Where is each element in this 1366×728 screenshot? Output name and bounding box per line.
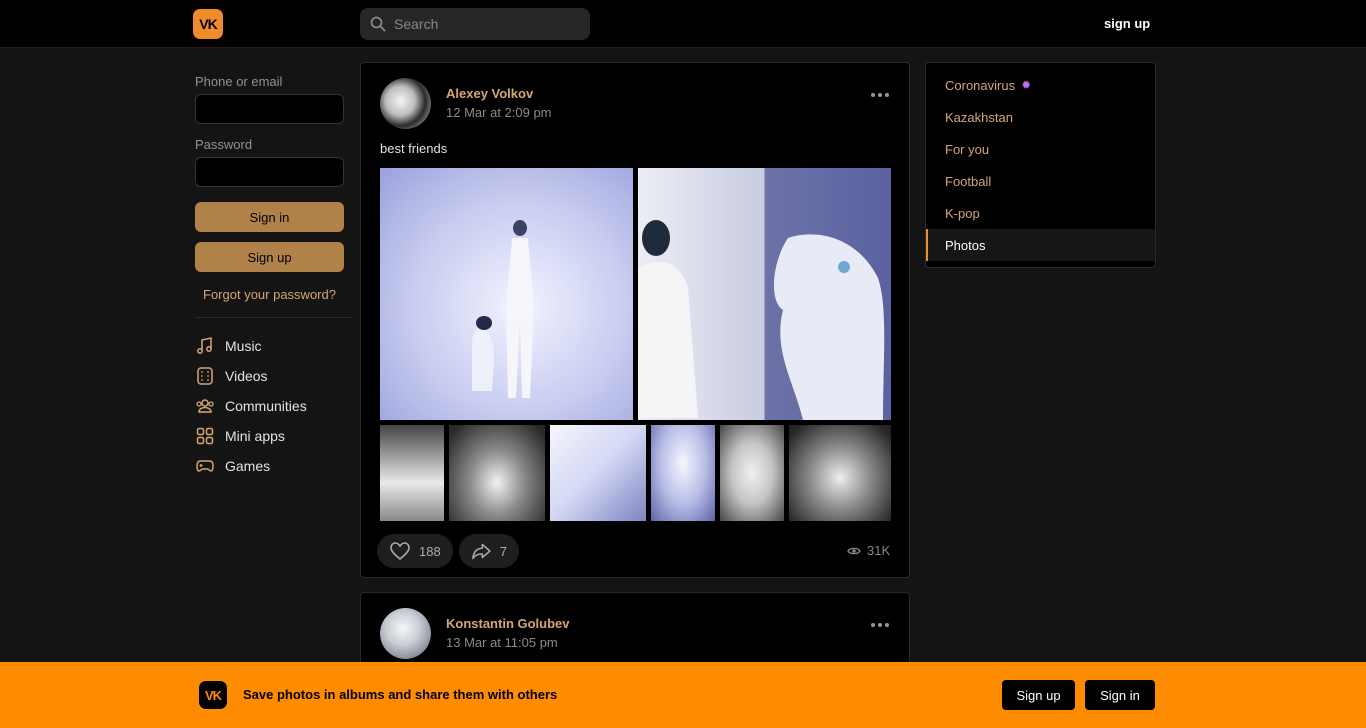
phone-field[interactable]	[195, 94, 344, 124]
signup-link[interactable]: sign up	[1104, 16, 1150, 31]
virus-icon: ✹	[1021, 78, 1032, 92]
post-date[interactable]: 13 Mar at 11:05 pm	[446, 635, 558, 650]
nav-label-games: Games	[225, 458, 271, 474]
sign-in-button[interactable]: Sign in	[195, 202, 344, 232]
nav-label-communities: Communities	[225, 398, 307, 414]
top-bar: VK sign up	[0, 0, 1366, 48]
vk-logo[interactable]: VK	[193, 9, 223, 39]
post-text: best friends	[380, 141, 448, 156]
mini-apps-icon	[196, 427, 214, 445]
eye-icon	[847, 547, 861, 554]
post-card: Alexey Volkov 12 Mar at 2:09 pm best fri…	[360, 62, 910, 578]
nav-item-mini-apps[interactable]: Mini apps	[195, 421, 352, 451]
topic-label: Football	[945, 173, 992, 189]
phone-label: Phone or email	[195, 74, 283, 89]
topics-menu: Coronavirus ✹ Kazakhstan For you Footbal…	[925, 62, 1156, 268]
author-avatar[interactable]	[380, 608, 431, 659]
topic-kazakhstan[interactable]: Kazakhstan	[926, 101, 1155, 133]
password-label: Password	[195, 137, 253, 152]
like-count: 188	[419, 543, 441, 559]
post-author[interactable]: Alexey Volkov	[446, 86, 533, 101]
nav-label-mini-apps: Mini apps	[225, 428, 285, 444]
videos-icon	[197, 367, 213, 385]
topic-for-you[interactable]: For you	[926, 133, 1155, 165]
share-icon	[472, 543, 491, 560]
search-input[interactable]	[394, 16, 584, 32]
left-sidebar: Phone or email Password Sign in Sign up …	[195, 62, 352, 481]
photo-1[interactable]	[380, 168, 633, 420]
topic-football[interactable]: Football	[926, 165, 1155, 197]
nav-item-communities[interactable]: Communities	[195, 391, 352, 421]
share-button[interactable]: 7	[459, 534, 519, 568]
nav-item-videos[interactable]: Videos	[195, 361, 352, 391]
topic-k-pop[interactable]: K-pop	[926, 197, 1155, 229]
password-field[interactable]	[195, 157, 344, 187]
more-icon[interactable]	[871, 623, 889, 627]
thumb-3[interactable]	[550, 425, 646, 521]
vk-logo: VK	[199, 681, 227, 709]
heart-icon	[390, 542, 410, 561]
author-avatar[interactable]	[380, 78, 431, 129]
nav-label-videos: Videos	[225, 368, 268, 384]
thumb-1[interactable]	[380, 425, 444, 521]
nav-item-games[interactable]: Games	[195, 451, 352, 481]
views-count: 31K	[867, 543, 891, 558]
like-button[interactable]: 188	[377, 534, 453, 568]
more-icon[interactable]	[871, 93, 889, 97]
music-icon	[197, 337, 212, 354]
games-icon	[196, 460, 214, 472]
share-count: 7	[499, 543, 507, 559]
nav-item-music[interactable]: Music	[195, 331, 352, 361]
banner-sign-up-button[interactable]: Sign up	[1002, 680, 1075, 710]
topic-label: Photos	[945, 237, 986, 253]
thumb-5[interactable]	[720, 425, 784, 521]
banner-sign-in-button[interactable]: Sign in	[1085, 680, 1155, 710]
topic-label: K-pop	[945, 205, 980, 221]
thumb-2[interactable]	[449, 425, 545, 521]
banner-text: Save photos in albums and share them wit…	[243, 687, 558, 702]
post-author[interactable]: Konstantin Golubev	[446, 616, 570, 631]
search-icon	[370, 16, 386, 32]
topic-photos[interactable]: Photos	[926, 229, 1155, 261]
photo-2[interactable]	[638, 168, 891, 420]
sign-up-button[interactable]: Sign up	[195, 242, 344, 272]
thumb-4[interactable]	[651, 425, 715, 521]
communities-icon	[196, 399, 214, 413]
post-date[interactable]: 12 Mar at 2:09 pm	[446, 105, 552, 120]
topic-label: Kazakhstan	[945, 109, 1013, 125]
divider	[195, 317, 352, 318]
nav-label-music: Music	[225, 338, 262, 354]
forgot-password-link[interactable]: Forgot your password?	[195, 287, 344, 302]
topic-coronavirus[interactable]: Coronavirus ✹	[926, 69, 1155, 101]
views-counter: 31K	[847, 543, 890, 558]
thumb-6[interactable]	[789, 425, 891, 521]
search-box[interactable]	[360, 8, 590, 40]
topic-label: For you	[945, 141, 990, 157]
topic-label: Coronavirus	[945, 77, 1016, 93]
signup-banner: VK Save photos in albums and share them …	[0, 662, 1366, 728]
